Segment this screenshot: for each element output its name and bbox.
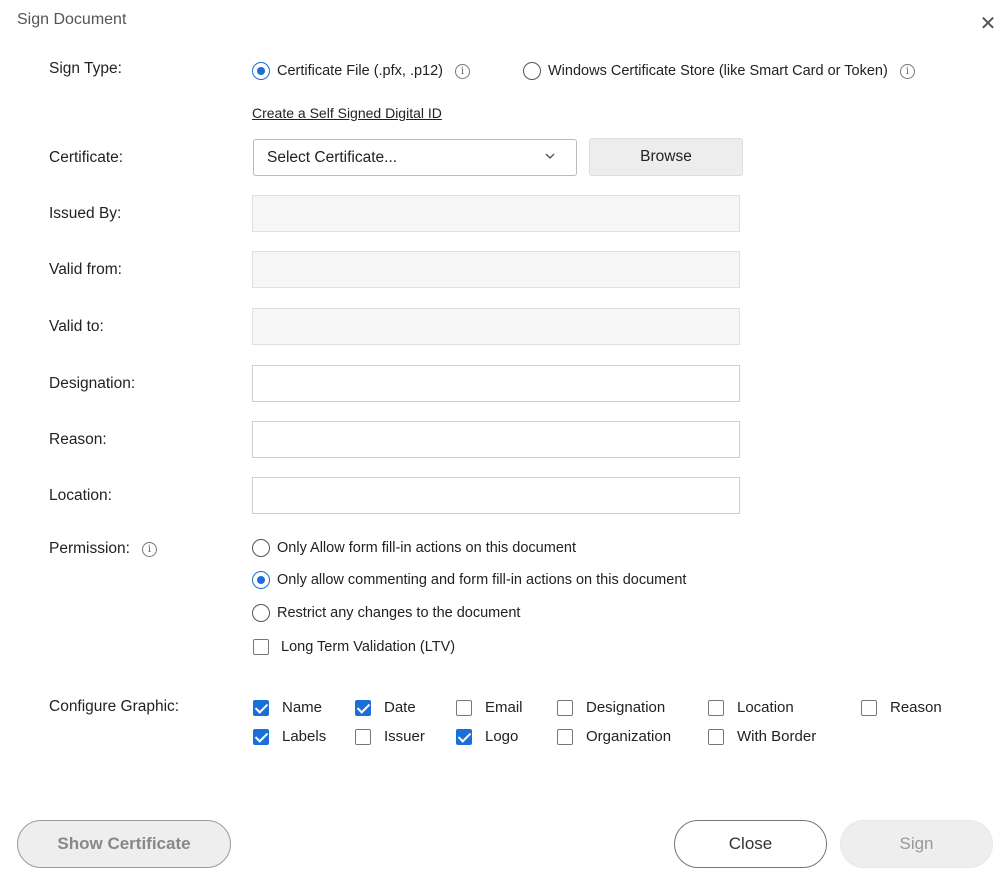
- certificate-select[interactable]: Select Certificate...: [253, 139, 577, 176]
- permission-commenting-label: Only allow commenting and form fill-in a…: [277, 572, 687, 588]
- info-icon[interactable]: i: [455, 63, 470, 79]
- issuer-option-label: Issuer: [384, 728, 425, 745]
- designation-field[interactable]: [252, 365, 740, 402]
- designation-option-label: Designation: [586, 699, 666, 716]
- permission-option-form-fill[interactable]: Only Allow form fill-in actions on this …: [252, 539, 576, 557]
- graphic-option-logo[interactable]: Logo: [456, 728, 518, 745]
- graphic-option-designation[interactable]: Designation: [557, 699, 665, 716]
- designation-label: Designation:: [49, 375, 136, 392]
- location-option-label: Location: [737, 699, 794, 716]
- graphic-option-with-border[interactable]: With Border: [708, 728, 816, 745]
- with-border-checkbox[interactable]: [708, 728, 724, 745]
- valid-to-label: Valid to:: [49, 318, 104, 335]
- date-checkbox[interactable]: [355, 699, 371, 716]
- location-checkbox[interactable]: [708, 699, 724, 716]
- issued-by-field: [252, 195, 740, 232]
- show-certificate-button[interactable]: Show Certificate: [17, 820, 231, 868]
- name-checkbox[interactable]: [253, 699, 269, 716]
- reason-field[interactable]: [252, 421, 740, 458]
- date-option-label: Date: [384, 699, 416, 716]
- reason-checkbox[interactable]: [861, 699, 877, 716]
- permission-restrict-radio[interactable]: [252, 604, 270, 622]
- logo-option-label: Logo: [485, 728, 519, 745]
- logo-checkbox[interactable]: [456, 728, 472, 745]
- close-button[interactable]: Close: [674, 820, 827, 868]
- graphic-option-organization[interactable]: Organization: [557, 728, 671, 745]
- issued-by-label: Issued By:: [49, 205, 122, 222]
- permission-option-restrict[interactable]: Restrict any changes to the document: [252, 604, 520, 622]
- permission-label-group: Permission: i: [49, 540, 157, 558]
- permission-form-fill-radio[interactable]: [252, 539, 270, 557]
- permission-label: Permission:: [49, 540, 130, 557]
- valid-to-field: [252, 308, 740, 345]
- graphic-option-location[interactable]: Location: [708, 699, 794, 716]
- close-icon[interactable]: ✕: [978, 14, 998, 34]
- valid-from-label: Valid from:: [49, 261, 122, 278]
- info-icon[interactable]: i: [899, 63, 915, 79]
- graphic-option-reason[interactable]: Reason: [861, 699, 942, 716]
- sign-button[interactable]: Sign: [840, 820, 993, 868]
- permission-commenting-radio[interactable]: [252, 571, 270, 589]
- labels-checkbox[interactable]: [253, 728, 269, 745]
- graphic-option-issuer[interactable]: Issuer: [355, 728, 425, 745]
- ltv-option[interactable]: Long Term Validation (LTV): [253, 639, 455, 655]
- browse-button[interactable]: Browse: [589, 138, 743, 176]
- permission-restrict-label: Restrict any changes to the document: [277, 605, 521, 621]
- location-label: Location:: [49, 487, 112, 504]
- sign-type-windows-store-option[interactable]: Windows Certificate Store (like Smart Ca…: [523, 62, 915, 80]
- organization-checkbox[interactable]: [557, 728, 573, 745]
- info-icon[interactable]: i: [141, 541, 157, 557]
- issuer-checkbox[interactable]: [355, 728, 371, 745]
- windows-store-label: Windows Certificate Store (like Smart Ca…: [548, 63, 888, 79]
- email-checkbox[interactable]: [456, 699, 472, 716]
- ltv-label: Long Term Validation (LTV): [281, 639, 456, 655]
- name-option-label: Name: [282, 699, 323, 716]
- sign-type-certificate-file-option[interactable]: Certificate File (.pfx, .p12) i: [252, 62, 470, 80]
- configure-graphic-label: Configure Graphic:: [49, 698, 180, 715]
- certificate-select-value: Select Certificate...: [267, 148, 398, 166]
- certificate-file-label: Certificate File (.pfx, .p12): [277, 63, 443, 79]
- graphic-option-email[interactable]: Email: [456, 699, 523, 716]
- chevron-down-icon: [544, 150, 556, 165]
- graphic-option-labels[interactable]: Labels: [253, 728, 326, 745]
- graphic-option-date[interactable]: Date: [355, 699, 416, 716]
- dialog-title: Sign Document: [17, 11, 127, 28]
- organization-option-label: Organization: [586, 728, 672, 745]
- reason-option-label: Reason: [890, 699, 942, 716]
- with-border-option-label: With Border: [737, 728, 817, 745]
- reason-label: Reason:: [49, 431, 107, 448]
- ltv-checkbox[interactable]: [253, 639, 269, 655]
- permission-form-fill-label: Only Allow form fill-in actions on this …: [277, 540, 576, 556]
- certificate-label: Certificate:: [49, 149, 124, 166]
- labels-option-label: Labels: [282, 728, 327, 745]
- valid-from-field: [252, 251, 740, 288]
- permission-option-commenting[interactable]: Only allow commenting and form fill-in a…: [252, 571, 686, 589]
- windows-store-radio[interactable]: [523, 62, 541, 80]
- graphic-option-name[interactable]: Name: [253, 699, 322, 716]
- email-option-label: Email: [485, 699, 523, 716]
- location-field[interactable]: [252, 477, 740, 514]
- certificate-file-radio[interactable]: [252, 62, 270, 80]
- sign-type-label: Sign Type:: [49, 60, 122, 77]
- designation-checkbox[interactable]: [557, 699, 573, 716]
- create-self-signed-link[interactable]: Create a Self Signed Digital ID: [252, 105, 442, 121]
